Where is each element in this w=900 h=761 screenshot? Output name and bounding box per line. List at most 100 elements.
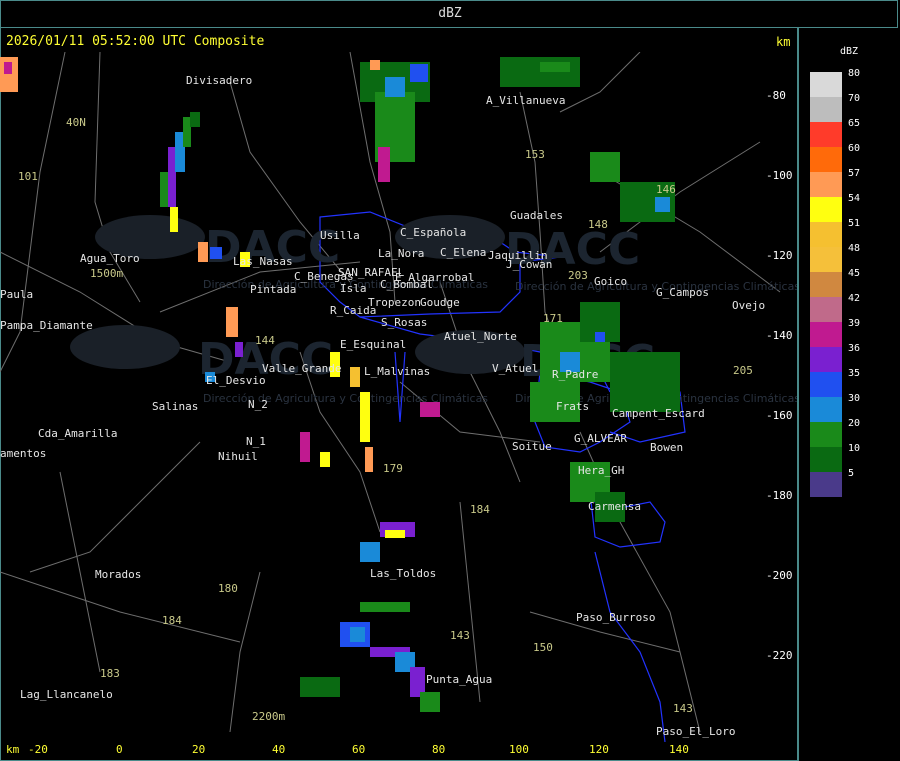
place-label: Atuel_Norte	[444, 330, 517, 343]
place-label: Las_Nasas	[233, 255, 293, 268]
legend-swatch	[810, 172, 842, 197]
place-label: Bowen	[650, 441, 683, 454]
place-label: Pampa_Diamante	[0, 319, 93, 332]
route-label: 143	[673, 702, 693, 715]
place-label: Hera_GH	[578, 464, 624, 477]
legend-swatch	[810, 247, 842, 272]
place-label: N_2	[248, 398, 268, 411]
legend-value-label: 60	[848, 143, 861, 154]
legend-value-label: 39	[848, 318, 861, 329]
legend-value-label: 65	[848, 118, 861, 129]
legend-swatch	[810, 347, 842, 372]
x-tick-label: 40	[272, 743, 286, 756]
x-tick-label: 80	[432, 743, 446, 756]
place-label: Paso_El_Loro	[656, 725, 735, 738]
window-title: dBZ	[438, 6, 462, 21]
legend-value-label: 20	[848, 418, 861, 429]
place-label: A_Villanueva	[486, 94, 565, 107]
route-label: 146	[656, 183, 676, 196]
place-label: Goico	[594, 275, 627, 288]
timestamp-label: 2026/01/11 05:52:00 UTC Composite	[6, 34, 265, 49]
place-label: S_Rosas	[381, 316, 427, 329]
radar-map[interactable]: DACC DACC DACC DACC Dirección de Agricul…	[0, 52, 797, 742]
place-label: Valle_Grande	[262, 362, 341, 375]
route-label: 171	[543, 312, 563, 325]
elevation-label: 1500m	[90, 267, 123, 280]
x-unit-label: km	[6, 743, 20, 756]
legend-value-label: 30	[848, 393, 861, 404]
legend-swatch	[810, 472, 842, 497]
route-label: 148	[588, 218, 608, 231]
legend-value-label: 5	[848, 468, 855, 479]
legend-swatch	[810, 297, 842, 322]
route-label: 184	[470, 503, 490, 516]
legend-title: dBZ	[840, 46, 859, 57]
place-label: Lag_Llancanelo	[20, 688, 113, 701]
legend-swatch	[810, 197, 842, 222]
legend-value-label: 45	[848, 268, 861, 279]
place-label: G_ALVEAR	[574, 432, 627, 445]
legend-value-label: 54	[848, 193, 861, 204]
place-label: Cda_Amarilla	[38, 427, 117, 440]
y-tick-label: -140	[766, 329, 793, 342]
place-label: El_Desvio	[206, 374, 266, 387]
place-label: C_Elena	[440, 246, 486, 259]
route-label: 150	[533, 641, 553, 654]
x-tick-label: 20	[192, 743, 206, 756]
place-label: G_Campos	[656, 286, 709, 299]
route-label: 153	[525, 148, 545, 161]
route-label: 205	[733, 364, 753, 377]
legend-value-label: 51	[848, 218, 861, 229]
legend-value-label: 48	[848, 243, 861, 254]
legend-swatch	[810, 372, 842, 397]
place-label: C_Bombal	[380, 278, 433, 291]
legend-value-label: 36	[848, 343, 861, 354]
place-label: V_Atuel	[492, 362, 538, 375]
y-tick-label: -200	[766, 569, 793, 582]
place-label: Guadales	[510, 209, 563, 222]
place-label: Pintada	[250, 283, 296, 296]
y-tick-label: -100	[766, 169, 793, 182]
place-label: Las_Toldos	[370, 567, 436, 580]
route-label: 180	[218, 582, 238, 595]
route-label: 184	[162, 614, 182, 627]
legend-value-label: 35	[848, 368, 861, 379]
route-label: 203	[568, 269, 588, 282]
legend-value-label: 57	[848, 168, 861, 179]
legend-value-label: 10	[848, 443, 861, 454]
legend-value-label: 80	[848, 68, 861, 79]
place-label: Salinas	[152, 400, 198, 413]
route-label: 179	[383, 462, 403, 475]
place-label: Carmensa	[588, 500, 641, 513]
y-unit-label: km	[776, 35, 791, 49]
y-tick-label: -120	[766, 249, 793, 262]
legend-swatch	[810, 97, 842, 122]
place-label: La_Nora	[378, 247, 424, 260]
place-label: Campent_Escard	[612, 407, 705, 420]
elevation-label: 2200m	[252, 710, 285, 723]
legend-swatch	[810, 447, 842, 472]
legend-swatch	[810, 422, 842, 447]
place-label: Paula	[0, 288, 33, 301]
y-tick-label: -180	[766, 489, 793, 502]
place-label: Paso_Burroso	[576, 611, 655, 624]
place-label: Soitue	[512, 440, 552, 453]
place-label: Morados	[95, 568, 141, 581]
legend-swatch	[810, 222, 842, 247]
y-tick-label: -160	[766, 409, 793, 422]
x-tick-label: 0	[116, 743, 123, 756]
x-tick-label: 60	[352, 743, 366, 756]
place-label: Divisadero	[186, 74, 252, 87]
place-label: Frats	[556, 400, 589, 413]
place-label: Goudge	[420, 296, 460, 309]
place-label: Agua_Toro	[80, 252, 140, 265]
legend-value-label: 42	[848, 293, 861, 304]
y-tick-label: -220	[766, 649, 793, 662]
dacc-watermark: DACC DACC DACC DACC Dirección de Agricul…	[70, 215, 797, 405]
x-tick-label: 120	[589, 743, 609, 756]
place-label: Punta_Agua	[426, 673, 492, 686]
legend-swatch	[810, 72, 842, 97]
place-label: Nihuil	[218, 450, 258, 463]
place-label: E_Esquinal	[340, 338, 406, 351]
watermark-subtitle: Dirección de Agricultura y Contingencias…	[203, 392, 488, 405]
